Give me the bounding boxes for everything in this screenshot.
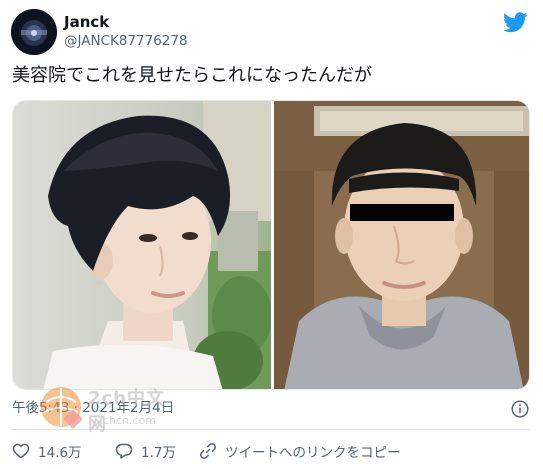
author-handle[interactable]: @JANCK87776278 (64, 33, 188, 50)
copy-link-label: ツイートへのリンクをコピー (225, 445, 401, 461)
heart-icon (12, 443, 30, 459)
copy-link-button[interactable]: ツイートへのリンクをコピー (199, 441, 401, 461)
hairstyle-reference-photo[interactable] (13, 101, 271, 389)
like-count: 14.6万 (38, 445, 82, 461)
result-photo[interactable] (274, 101, 529, 389)
avatar[interactable] (11, 9, 57, 55)
twitter-bird-icon[interactable] (503, 12, 528, 33)
tweet-timestamp[interactable]: 午後5:43 · 2021年2月4日 (12, 400, 174, 417)
speech-bubble-icon (115, 443, 133, 459)
tweet-text: 美容院でこれを見せたらこれになったんだが (12, 65, 372, 86)
reply-button[interactable]: 1.7万 (115, 441, 176, 461)
author-name[interactable]: Janck (64, 13, 109, 31)
tweet-card: Janck @JANCK87776278 美容院でこれを見せたらこれになったんだ… (0, 0, 543, 469)
like-button[interactable]: 14.6万 (12, 441, 82, 461)
info-icon[interactable] (511, 400, 529, 418)
reply-count: 1.7万 (141, 445, 176, 461)
tweet-media[interactable] (12, 100, 530, 390)
link-icon (199, 443, 217, 459)
divider (12, 429, 530, 430)
